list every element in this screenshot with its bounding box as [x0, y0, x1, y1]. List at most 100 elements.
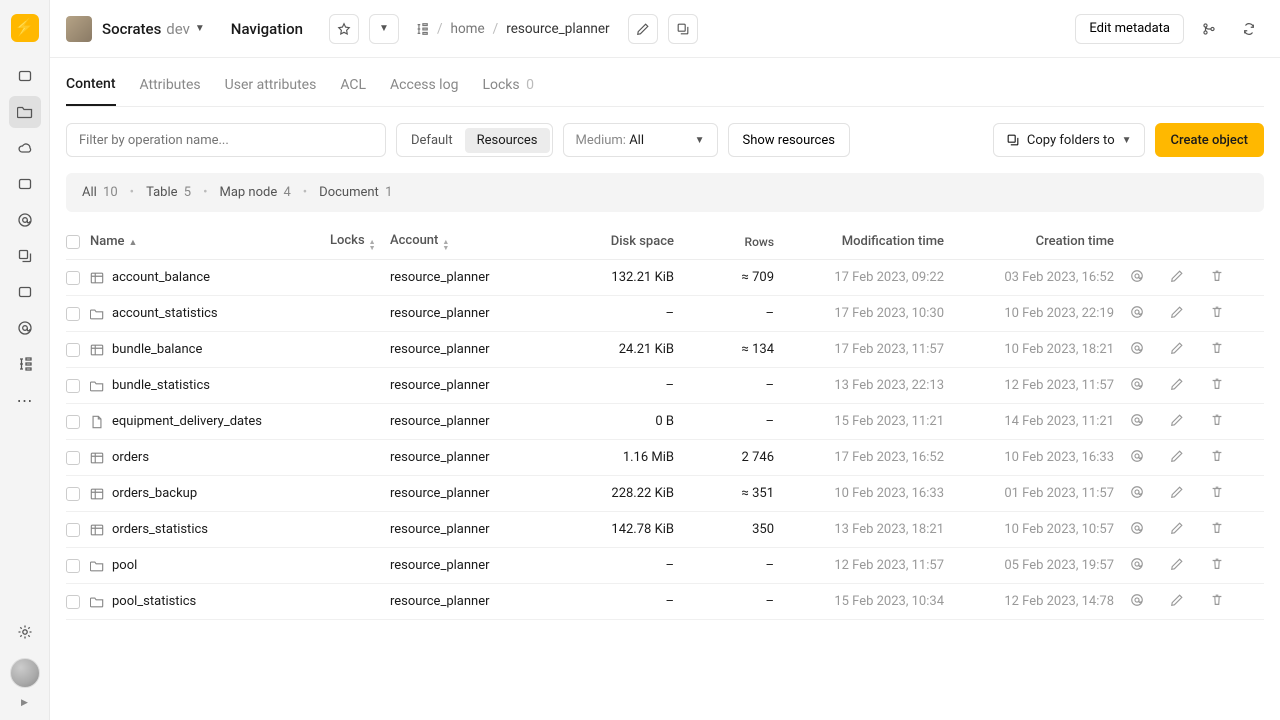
nav-more-icon[interactable]: ⋯ — [9, 384, 41, 416]
row-checkbox[interactable] — [66, 595, 80, 609]
row-name[interactable]: pool_statistics — [90, 594, 330, 609]
row-checkbox[interactable] — [66, 271, 80, 285]
row-name[interactable]: account_balance — [90, 270, 330, 285]
delete-icon[interactable] — [1210, 521, 1224, 535]
edit-icon[interactable] — [1170, 269, 1184, 283]
row-name[interactable]: equipment_delivery_dates — [90, 414, 330, 429]
nav-cloud-icon[interactable] — [9, 132, 41, 164]
delete-icon[interactable] — [1210, 377, 1224, 391]
settings-icon[interactable] — [9, 616, 41, 648]
tab-user-attributes[interactable]: User attributes — [225, 77, 317, 105]
row-checkbox[interactable] — [66, 343, 80, 357]
tab-acl[interactable]: ACL — [340, 77, 366, 105]
attributes-icon[interactable] — [1130, 485, 1144, 499]
expand-sidebar-icon[interactable]: ▶ — [21, 698, 28, 708]
tab-content[interactable]: Content — [66, 76, 116, 106]
edit-metadata-button[interactable]: Edit metadata — [1075, 14, 1184, 44]
document-icon — [90, 415, 104, 429]
nav-group-icon[interactable] — [9, 312, 41, 344]
col-mod[interactable]: Modification time — [790, 234, 960, 249]
app-logo[interactable]: ⚡ — [11, 14, 39, 42]
row-name[interactable]: account_statistics — [90, 306, 330, 321]
nav-dashboard-icon[interactable] — [9, 60, 41, 92]
select-all-checkbox[interactable] — [66, 235, 80, 249]
col-rows[interactable]: Rows — [690, 235, 790, 249]
row-checkbox[interactable] — [66, 523, 80, 537]
user-avatar[interactable] — [10, 658, 40, 688]
edit-icon[interactable] — [1170, 413, 1184, 427]
edit-icon[interactable] — [1170, 485, 1184, 499]
nav-tree-icon[interactable] — [9, 348, 41, 380]
attributes-icon[interactable] — [1130, 305, 1144, 319]
favorite-button[interactable] — [329, 14, 359, 44]
attributes-icon[interactable] — [1130, 341, 1144, 355]
filter-input[interactable] — [66, 123, 386, 157]
tab-access-log[interactable]: Access log — [390, 77, 458, 105]
row-name[interactable]: orders_backup — [90, 486, 330, 501]
favorite-dropdown[interactable]: ▼ — [369, 14, 399, 44]
delete-icon[interactable] — [1210, 341, 1224, 355]
col-created[interactable]: Creation time — [960, 234, 1130, 249]
attributes-icon[interactable] — [1130, 413, 1144, 427]
delete-icon[interactable] — [1210, 449, 1224, 463]
row-name[interactable]: orders — [90, 450, 330, 465]
show-resources-button[interactable]: Show resources — [728, 123, 850, 157]
row-checkbox[interactable] — [66, 379, 80, 393]
copy-path-button[interactable] — [668, 14, 698, 44]
row-name[interactable]: bundle_balance — [90, 342, 330, 357]
col-disk[interactable]: Disk space — [540, 234, 690, 249]
nav-link-icon[interactable] — [9, 240, 41, 272]
row-name[interactable]: pool — [90, 558, 330, 573]
col-name[interactable]: Name▲ — [90, 234, 330, 249]
tree-icon[interactable] — [415, 22, 429, 36]
row-checkbox[interactable] — [66, 415, 80, 429]
header: Socrates dev ▼ Navigation ▼ / home / res… — [50, 0, 1280, 58]
breadcrumb-current[interactable]: resource_planner — [506, 21, 609, 37]
edit-icon[interactable] — [1170, 341, 1184, 355]
edit-icon[interactable] — [1170, 521, 1184, 535]
delete-icon[interactable] — [1210, 593, 1224, 607]
medium-select[interactable]: Medium: All ▼ — [563, 123, 718, 157]
row-name[interactable]: orders_statistics — [90, 522, 330, 537]
edit-icon[interactable] — [1170, 557, 1184, 571]
tab-attributes[interactable]: Attributes — [140, 77, 201, 105]
attributes-icon[interactable] — [1130, 557, 1144, 571]
delete-icon[interactable] — [1210, 557, 1224, 571]
create-object-button[interactable]: Create object — [1155, 123, 1264, 157]
delete-icon[interactable] — [1210, 305, 1224, 319]
delete-icon[interactable] — [1210, 269, 1224, 283]
copy-folders-button[interactable]: Copy folders to ▼ — [993, 123, 1145, 157]
nav-storage-icon[interactable] — [9, 276, 41, 308]
row-checkbox[interactable] — [66, 307, 80, 321]
delete-icon[interactable] — [1210, 413, 1224, 427]
attributes-icon[interactable] — [1130, 269, 1144, 283]
row-disk: 1.16 MiB — [540, 450, 690, 465]
edit-icon[interactable] — [1170, 377, 1184, 391]
cluster-selector[interactable]: Socrates dev ▼ — [102, 20, 205, 38]
attributes-icon[interactable] — [1130, 521, 1144, 535]
attributes-icon[interactable] — [1130, 377, 1144, 391]
tab-locks[interactable]: Locks 0 — [482, 77, 534, 105]
edit-path-button[interactable] — [628, 14, 658, 44]
attributes-icon[interactable] — [1130, 449, 1144, 463]
nav-monitor-icon[interactable] — [9, 168, 41, 200]
view-resources[interactable]: Resources — [465, 128, 550, 153]
col-locks[interactable]: Locks▲▼ — [330, 233, 390, 251]
branch-icon[interactable] — [1194, 14, 1224, 44]
breadcrumb-home[interactable]: home — [451, 21, 485, 37]
delete-icon[interactable] — [1210, 485, 1224, 499]
row-name[interactable]: bundle_statistics — [90, 378, 330, 393]
attributes-icon[interactable] — [1130, 593, 1144, 607]
nav-navigation-icon[interactable] — [9, 96, 41, 128]
row-checkbox[interactable] — [66, 451, 80, 465]
row-checkbox[interactable] — [66, 487, 80, 501]
edit-icon[interactable] — [1170, 593, 1184, 607]
nav-user-icon[interactable] — [9, 204, 41, 236]
view-default[interactable]: Default — [399, 128, 465, 153]
edit-icon[interactable] — [1170, 449, 1184, 463]
refresh-button[interactable] — [1234, 14, 1264, 44]
row-checkbox[interactable] — [66, 559, 80, 573]
edit-icon[interactable] — [1170, 305, 1184, 319]
row-mod: 17 Feb 2023, 10:30 — [790, 306, 960, 321]
col-account[interactable]: Account▲▼ — [390, 233, 540, 251]
